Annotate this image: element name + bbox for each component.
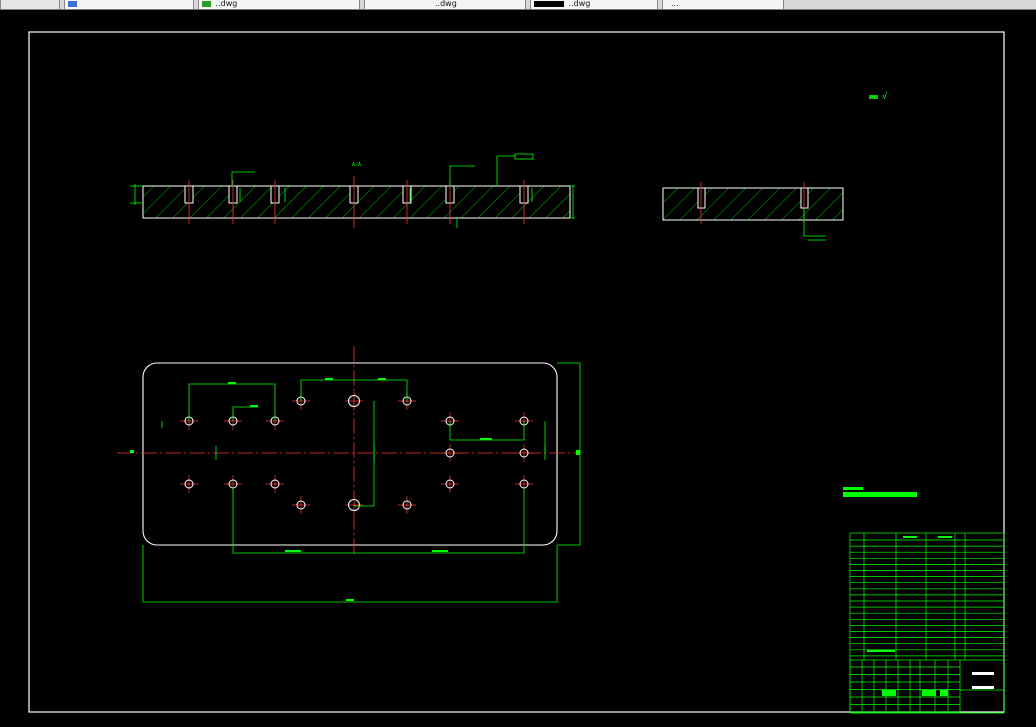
hole xyxy=(266,475,284,493)
section-view-main: A-A xyxy=(130,153,575,228)
hole xyxy=(441,444,459,462)
hole xyxy=(292,496,310,514)
drawing-frame xyxy=(28,31,1005,713)
tab-3[interactable]: ..dwg xyxy=(364,0,526,9)
hole xyxy=(345,496,363,514)
hole xyxy=(515,444,533,462)
plan-view xyxy=(117,346,581,603)
tab-2[interactable]: ..dwg xyxy=(198,0,360,9)
drawing-canvas[interactable]: √ A-A xyxy=(0,10,1036,727)
technical-notes xyxy=(843,487,917,497)
section-label: A-A xyxy=(352,162,361,168)
tab-label: ..dwg xyxy=(215,0,238,8)
tab-label: ..dwg xyxy=(435,0,457,8)
tab-1[interactable] xyxy=(64,0,194,9)
tab-5[interactable]: ... xyxy=(662,0,784,9)
tab-4-active[interactable]: ..dwg xyxy=(530,0,658,9)
title-block-fills xyxy=(867,536,952,696)
section-view-side xyxy=(662,182,844,241)
tab-0[interactable] xyxy=(0,0,60,9)
hole xyxy=(398,496,416,514)
roughness-mark: √ xyxy=(882,91,888,102)
drawing-file-icon xyxy=(202,1,211,7)
tab-label: ..dwg xyxy=(568,0,591,8)
document-tab-bar: ..dwg ..dwg ..dwg ... xyxy=(0,0,1036,10)
hole xyxy=(180,475,198,493)
drawing-file-icon xyxy=(534,1,564,7)
tab-label: ... xyxy=(671,0,679,8)
roughness-symbol: √ xyxy=(869,91,888,102)
hole xyxy=(441,475,459,493)
hole xyxy=(345,392,363,410)
document-icon xyxy=(68,1,77,7)
title-block-text xyxy=(972,672,994,689)
